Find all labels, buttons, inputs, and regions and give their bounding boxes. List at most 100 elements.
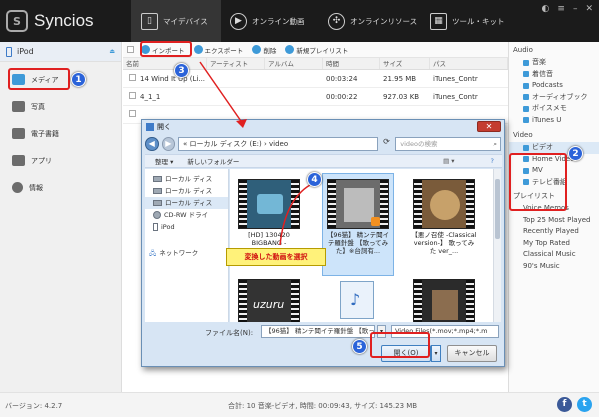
playlist-item[interactable]: My Top Rated — [509, 238, 599, 250]
file-thumbnail[interactable] — [327, 179, 389, 229]
sidebar-item-label: 写真 — [31, 102, 45, 111]
thumb-image — [257, 194, 283, 214]
nav-item-ipod[interactable]: iPod — [145, 221, 228, 233]
row-checkbox[interactable] — [129, 74, 136, 81]
back-icon[interactable]: ◀ — [145, 136, 159, 151]
export-button[interactable]: エクスポート — [192, 43, 246, 56]
nav-item-drive[interactable]: ローカル ディス — [145, 173, 228, 185]
playlist-item[interactable]: Classical Music — [509, 249, 599, 261]
cell-name: 14 Wind It Up (Li... — [140, 74, 206, 83]
device-row[interactable]: iPod ⏏ — [0, 42, 121, 62]
thumb-image — [432, 290, 458, 320]
file-thumbnail[interactable]: uzuru — [238, 279, 300, 322]
audio-item-audiobook[interactable]: オーディオブック — [509, 92, 599, 104]
tab-online-resource[interactable]: ✣ オンラインリソース — [328, 0, 428, 42]
minimize-icon[interactable]: – — [573, 4, 578, 14]
playlist-item[interactable]: Recently Played — [509, 226, 599, 238]
column-name[interactable]: 名前 — [123, 58, 207, 69]
organize-button[interactable]: 整理 ▾ — [155, 156, 173, 166]
audio-item-label: 音楽 — [532, 58, 546, 66]
row-checkbox[interactable] — [129, 92, 136, 99]
skin-icon[interactable]: ◐ — [542, 4, 550, 14]
twitter-icon[interactable]: t — [577, 397, 592, 412]
tab-my-device[interactable]: ▯ マイデバイス — [131, 0, 221, 42]
forward-icon[interactable]: ▶ — [161, 136, 176, 151]
audio-item-music[interactable]: 音楽 — [509, 57, 599, 69]
nav-item-drive[interactable]: ローカル ディス — [145, 197, 228, 209]
film-strip — [466, 180, 474, 228]
table-row[interactable]: 4_1_1 00:00:22 927.03 KB iTunes_Contr — [123, 88, 508, 106]
select-all-checkbox[interactable] — [127, 46, 134, 53]
help-icon[interactable]: ? — [491, 157, 494, 165]
drive-icon — [153, 188, 162, 194]
tab-online-video[interactable]: ▶ オンライン動画 — [230, 0, 320, 42]
audio-file-icon[interactable]: ♪ — [340, 281, 374, 319]
nav-item-cdrw[interactable]: CD-RW ドライ — [145, 209, 228, 221]
refresh-icon[interactable]: ⟳ — [381, 137, 393, 151]
nav-item-label: ローカル ディス — [165, 187, 213, 195]
file-thumbnail[interactable] — [238, 179, 300, 229]
cancel-button[interactable]: キャンセル — [447, 345, 497, 362]
new-playlist-button[interactable]: 新規プレイリスト — [283, 43, 350, 56]
dialog-scrollbar[interactable] — [493, 169, 501, 322]
video-item-video[interactable]: ビデオ — [509, 142, 599, 154]
status-bar: バージョン: 4.2.7 合計: 10 音楽-ビデオ, 時間: 00:09:43… — [0, 392, 599, 417]
playlist-item-label: My Top Rated — [523, 238, 570, 247]
nav-item-network[interactable]: 🖧 ネットワーク — [145, 247, 228, 259]
audio-item-voicememo[interactable]: ボイスメモ — [509, 103, 599, 115]
play-icon: ▶ — [230, 12, 247, 30]
cell-size: 927.03 KB — [383, 92, 420, 101]
column-artist[interactable]: アーティスト — [207, 58, 265, 69]
ipod-icon — [153, 223, 158, 231]
audio-item-podcasts[interactable]: Podcasts — [509, 80, 599, 92]
file-thumbnail[interactable] — [413, 179, 475, 229]
audio-item-label: ボイスメモ — [532, 104, 567, 112]
column-album[interactable]: アルバム — [265, 58, 323, 69]
column-path[interactable]: パス — [430, 58, 508, 69]
eject-icon[interactable]: ⏏ — [109, 48, 115, 55]
podcast-icon — [523, 82, 529, 89]
sidebar-item-info[interactable]: 情報 — [0, 174, 121, 201]
sidebar-item-apps[interactable]: アプリ — [0, 147, 121, 174]
vlc-icon — [371, 217, 380, 226]
film-strip — [291, 180, 299, 228]
app-logo: S Syncios — [6, 6, 116, 36]
playlist-item-label: Top 25 Most Played — [523, 215, 591, 224]
facebook-icon[interactable]: f — [557, 397, 572, 412]
audio-item-itunesu[interactable]: iTunes U — [509, 115, 599, 127]
view-options-icon[interactable]: ▤ ▾ — [443, 157, 454, 165]
scrollbar-thumb[interactable] — [495, 179, 500, 239]
sidebar-item-ebook[interactable]: 電子書籍 — [0, 120, 121, 147]
audio-item-ringtone[interactable]: 着信音 — [509, 69, 599, 81]
playlist-item[interactable]: 90's Music — [509, 261, 599, 273]
close-icon[interactable]: ✕ — [585, 4, 593, 14]
column-size[interactable]: サイズ — [380, 58, 430, 69]
new-folder-button[interactable]: 新しいフォルダー — [187, 156, 239, 166]
highlight-video-section — [509, 153, 567, 211]
search-icon: ⌕ — [493, 139, 498, 148]
filename-input[interactable]: 【96猫】 精ンテ聞イテ羅針盤 【歌ってみた】 — [261, 325, 375, 338]
voicememo-icon — [523, 105, 529, 112]
delete-button[interactable]: 削除 — [250, 43, 278, 56]
address-bar[interactable]: « ローカル ディスク (E:) › video — [178, 136, 378, 151]
film-strip — [328, 180, 336, 228]
step-badge-3: 3 — [174, 63, 189, 78]
dialog-close-button[interactable]: ✕ — [477, 121, 501, 132]
tab-toolkit[interactable]: ▦ ツール・キット — [430, 0, 510, 42]
menu-icon[interactable]: ≡ — [557, 4, 565, 14]
audio-item-label: iTunes U — [532, 115, 562, 124]
total-summary: 合計: 10 音楽-ビデオ, 時間: 00:09:43, サイズ: 145.23… — [228, 402, 418, 410]
search-input[interactable]: videoの検索 ⌕ — [395, 136, 502, 151]
thumb-image — [430, 190, 460, 220]
nav-item-drive[interactable]: ローカル ディス — [145, 185, 228, 197]
audio-item-label: オーディオブック — [532, 92, 588, 101]
row-checkbox[interactable] — [129, 110, 136, 117]
open-dropdown-icon[interactable]: ▾ — [431, 345, 441, 362]
sidebar-item-photo[interactable]: 写真 — [0, 93, 121, 120]
delete-label: 削除 — [263, 46, 277, 55]
playlist-item[interactable]: Top 25 Most Played — [509, 215, 599, 227]
column-time[interactable]: 時間 — [323, 58, 380, 69]
file-thumbnail[interactable] — [413, 279, 475, 322]
film-strip — [380, 180, 388, 228]
open-file-dialog: 開く ✕ ◀ ▶ « ローカル ディスク (E:) › video ⟳ vide… — [141, 119, 505, 367]
